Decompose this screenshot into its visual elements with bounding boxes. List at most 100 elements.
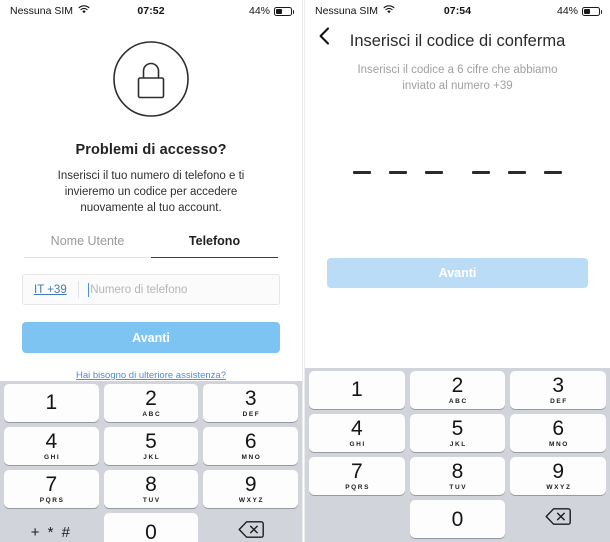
key-7[interactable]: 7 PQRS	[4, 470, 99, 508]
tab-telefono[interactable]: Telefono	[151, 234, 278, 258]
key-3[interactable]: 3 DEF	[203, 384, 299, 422]
key-digit: 8	[451, 460, 464, 483]
keyboard-row: 7 PQRS 8 TUV 9 WXYZ	[4, 470, 299, 508]
key-digit: 0	[451, 507, 464, 531]
left-content: Problemi di accesso? Inserisci il tuo nu…	[0, 22, 302, 381]
lock-circle-icon	[112, 40, 190, 123]
code-group-first	[344, 154, 452, 174]
key-0[interactable]: 0	[103, 513, 199, 542]
key-letters: ABC	[142, 411, 162, 418]
right-phone-screen: Nessuna SIM 07:54 44% Inserisci il codic…	[305, 0, 610, 542]
avanti-button-right[interactable]: Avanti	[327, 258, 588, 288]
key-8[interactable]: 8 TUV	[103, 470, 199, 508]
phone-number-input-placeholder[interactable]: Numero di telefono	[90, 284, 187, 296]
numeric-keyboard-right: 1 2 ABC 3 DEF 4 GHI 5 JKL 6 MNO 7 PQRS 8 TUV 9W…	[305, 368, 610, 542]
keyboard-row: 4 GHI 5 JKL 6 MNO	[309, 414, 607, 452]
key-symbols[interactable]: + * #	[4, 513, 99, 542]
key-5[interactable]: 5 JKL	[409, 414, 506, 452]
key-digit: 4	[350, 417, 363, 440]
key-digit: 2	[145, 387, 157, 410]
key-4[interactable]: 4 GHI	[4, 427, 99, 465]
code-slot-3[interactable]	[416, 154, 452, 174]
code-slot-1[interactable]	[344, 154, 380, 174]
page-description: Inserisci il codice a 6 cifre che abbiam…	[357, 64, 558, 92]
key-letters: DEF	[550, 398, 568, 405]
status-bar-battery-group: 44%	[248, 5, 294, 17]
key-letters: JKL	[143, 454, 161, 461]
back-button[interactable]	[314, 26, 334, 48]
text-caret	[87, 282, 90, 297]
key-symbols[interactable]	[309, 500, 405, 538]
battery-percent-label: 44%	[556, 5, 578, 17]
code-slot-4[interactable]	[463, 154, 499, 174]
need-more-help-link[interactable]: Hai bisogno di ulteriore assistenza?	[0, 370, 302, 381]
key-digit: 8	[145, 473, 157, 496]
key-2[interactable]: 2 ABC	[409, 371, 506, 409]
key-letters: TUV	[449, 484, 468, 491]
key-3[interactable]: 3 DEF	[510, 371, 607, 409]
key-5[interactable]: 5 JKL	[103, 427, 199, 465]
keyboard-row: 0	[309, 500, 606, 538]
key-1[interactable]: 1	[4, 384, 99, 422]
key-letters: PQRS	[345, 484, 371, 491]
key-2[interactable]: 2 ABC	[103, 384, 199, 422]
key-7[interactable]: 7 PQRS	[309, 457, 405, 495]
key-digit: 9	[244, 473, 257, 496]
key-6[interactable]: 6 MNO	[203, 427, 299, 465]
country-code-selector[interactable]: IT +39	[23, 284, 78, 296]
phone-input-group[interactable]: IT +39 Numero di telefono	[22, 274, 280, 305]
status-bar-carrier-group: Nessuna SIM	[315, 5, 395, 17]
key-letters: WXYZ	[546, 484, 572, 491]
key-9[interactable]: 9 WXYZ	[510, 457, 607, 495]
backspace-delete-icon	[545, 507, 572, 531]
input-divider	[77, 281, 79, 298]
tab-nome-utente[interactable]: Nome Utente	[24, 234, 151, 258]
battery-percent-label: 44%	[248, 5, 270, 17]
key-digit: 3	[244, 387, 257, 410]
code-group-second	[463, 154, 571, 174]
key-letters: DEF	[242, 411, 261, 418]
page-description: Inserisci il tuo numero di telefono e ti…	[57, 170, 245, 214]
keyboard-row: 1 2 ABC 3 DEF	[4, 384, 299, 422]
carrier-label: Nessuna SIM	[10, 5, 74, 17]
key-digit: 1	[45, 390, 58, 414]
key-4[interactable]: 4 GHI	[309, 414, 405, 452]
key-1[interactable]: 1	[309, 371, 405, 409]
avanti-button-left[interactable]: Avanti	[22, 322, 280, 353]
key-backspace[interactable]	[510, 500, 606, 538]
key-6[interactable]: 6 MNO	[510, 414, 607, 452]
status-bar-right: Nessuna SIM 07:54 44%	[305, 0, 610, 22]
key-8[interactable]: 8 TUV	[409, 457, 506, 495]
left-phone-screen: Nessuna SIM 07:52 44% Problemi di access…	[0, 0, 302, 542]
key-digit: 5	[451, 417, 464, 440]
numeric-keyboard-left: 1 2 ABC 3 DEF 4 GHI 5 JKL 6 MNO 7 PQRS 8 TUV 9W…	[0, 381, 302, 542]
key-digit: 5	[145, 430, 157, 453]
status-bar-carrier-group: Nessuna SIM	[10, 5, 90, 17]
key-letters: WXYZ	[238, 497, 265, 504]
confirmation-code-input[interactable]	[305, 154, 610, 174]
key-digit: 2	[451, 374, 464, 397]
page-title: Inserisci il codice di conferma	[349, 32, 566, 50]
code-slot-6[interactable]	[535, 154, 571, 174]
key-backspace[interactable]	[203, 513, 298, 542]
keyboard-row: 1 2 ABC 3 DEF	[309, 371, 607, 409]
code-slot-2[interactable]	[380, 154, 416, 174]
key-digit: 9	[552, 460, 565, 483]
backspace-delete-icon	[238, 520, 264, 542]
key-letters: MNO	[548, 441, 569, 448]
key-9[interactable]: 9 WXYZ	[203, 470, 299, 508]
key-digit: 7	[350, 460, 363, 483]
key-letters: MNO	[241, 454, 262, 461]
key-letters: PQRS	[39, 497, 65, 504]
key-digit: 3	[552, 374, 565, 397]
key-digit: 1	[350, 377, 363, 401]
key-letters: TUV	[142, 497, 161, 504]
code-slot-5[interactable]	[499, 154, 535, 174]
key-digit: + * #	[30, 523, 72, 541]
key-0[interactable]: 0	[409, 500, 506, 538]
keyboard-row: + * # 0	[4, 513, 298, 542]
key-letters: ABC	[448, 398, 468, 405]
login-method-tabs: Nome Utente Telefono	[24, 234, 278, 258]
right-header: Inserisci il codice di conferma Inserisc…	[305, 22, 610, 94]
battery-icon	[274, 6, 294, 16]
